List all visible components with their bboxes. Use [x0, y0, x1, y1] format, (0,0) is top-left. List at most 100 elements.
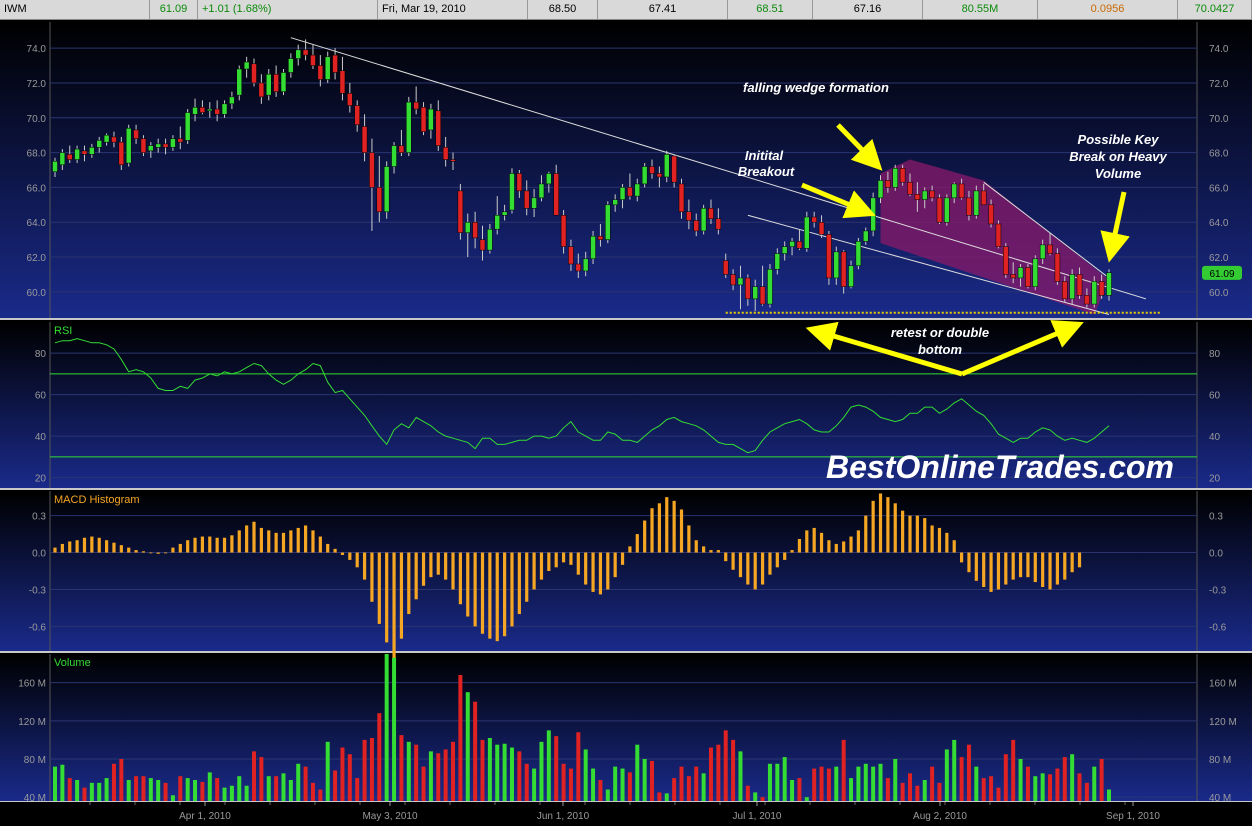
volume-bar: [384, 654, 389, 801]
volume-bar: [1062, 757, 1067, 801]
candle-body: [516, 173, 523, 192]
macd-bar: [805, 530, 809, 553]
volume-tick-left: 120 M: [18, 717, 46, 728]
candle-body: [855, 241, 862, 267]
macd-bar: [613, 552, 617, 578]
candle-body: [605, 204, 611, 240]
price-tick-left: 68.0: [27, 149, 47, 160]
macd-bar: [97, 537, 101, 553]
price-tick-left: 66.0: [27, 183, 47, 194]
candle-body: [804, 216, 810, 249]
volume-bar: [1055, 768, 1060, 801]
macd-bar: [1026, 552, 1030, 578]
candle-body: [155, 143, 161, 148]
candle-body: [1098, 281, 1105, 296]
macd-bar: [561, 552, 566, 563]
volume-bar: [1033, 776, 1038, 801]
candle-body: [369, 152, 375, 188]
volume-bar: [207, 772, 212, 801]
volume-bar: [716, 744, 721, 801]
candle-body: [767, 268, 773, 305]
volume-bar: [959, 757, 964, 801]
macd-bar: [1055, 552, 1060, 585]
macd-bar: [724, 552, 728, 562]
volume-bar: [760, 797, 765, 801]
candle-body: [465, 221, 471, 233]
macd-bar: [620, 552, 625, 565]
volume-bar: [863, 763, 868, 801]
volume-bar: [812, 768, 817, 801]
candle-body: [966, 197, 972, 216]
price-tick-right: 62.0: [1209, 253, 1229, 264]
volume-bar: [200, 781, 205, 801]
candle-body: [568, 246, 574, 265]
macd-bar: [915, 515, 919, 553]
volume-bar: [1084, 782, 1089, 801]
volume-bar: [156, 780, 161, 801]
macd-bar: [318, 536, 322, 553]
macd-bar: [399, 552, 404, 639]
volume-bar: [148, 778, 153, 801]
price-tick-right: 70.0: [1209, 114, 1229, 125]
candle-body: [944, 197, 950, 223]
macd-label: MACD Histogram: [54, 494, 140, 506]
macd-bar: [871, 500, 875, 553]
volume-tick-right: 120 M: [1209, 717, 1237, 728]
macd-bar: [842, 541, 846, 553]
candle-body: [501, 211, 508, 216]
macd-bar: [193, 537, 197, 553]
macd-bar: [709, 550, 713, 553]
volume-bar: [274, 776, 279, 801]
price-tick-right: 64.0: [1209, 218, 1229, 229]
macd-bar: [326, 543, 330, 553]
volume-bar: [672, 778, 677, 801]
macd-bar: [738, 552, 743, 578]
macd-bar: [628, 546, 632, 553]
candle-body: [273, 73, 279, 92]
candle-body: [133, 129, 139, 139]
candle-body: [877, 180, 884, 199]
candle-body: [649, 166, 655, 174]
macd-bar: [178, 543, 182, 553]
candle-body: [811, 216, 817, 223]
candle-body: [280, 72, 287, 92]
volume-bar: [237, 776, 242, 801]
volume-bar: [782, 757, 787, 801]
quote-header: IWM 61.09 +1.01 (1.68%) Fri, Mar 19, 201…: [0, 0, 1252, 20]
macd-bar: [1018, 552, 1023, 578]
candle-body: [995, 223, 1002, 247]
volume-bar: [657, 792, 662, 801]
volume-tick-right: 80 M: [1209, 755, 1231, 766]
volume-bar: [878, 763, 883, 801]
x-tick-label: Apr 1, 2010: [179, 811, 231, 822]
volume-bar: [399, 735, 404, 801]
candle-body: [103, 134, 110, 143]
volume-bar: [67, 778, 72, 801]
macd-bar: [775, 552, 779, 568]
macd-bar: [333, 548, 337, 553]
candle-body: [111, 136, 117, 143]
macd-bar: [149, 552, 153, 554]
candle-body: [207, 108, 213, 112]
macd-bar: [974, 552, 978, 581]
macd-bar: [392, 552, 396, 660]
candle-body: [833, 251, 840, 279]
candle-body: [870, 197, 876, 232]
candle-body: [664, 154, 670, 178]
volume-bar: [377, 713, 382, 801]
volume-bar: [480, 739, 485, 801]
macd-bar: [68, 541, 72, 553]
volume-bar: [694, 766, 699, 801]
candle-body: [914, 194, 921, 200]
volume-bar: [281, 773, 286, 801]
volume-bar: [1092, 766, 1097, 801]
candle-body: [781, 246, 788, 254]
macd-bar: [716, 550, 720, 553]
rsi-tick-left: 60: [35, 391, 47, 402]
macd-bar: [104, 540, 109, 553]
candle-body: [582, 258, 589, 272]
candle-body: [354, 105, 360, 125]
volume-bar: [163, 782, 168, 801]
candle-body: [560, 215, 567, 247]
candle-body: [686, 211, 692, 221]
